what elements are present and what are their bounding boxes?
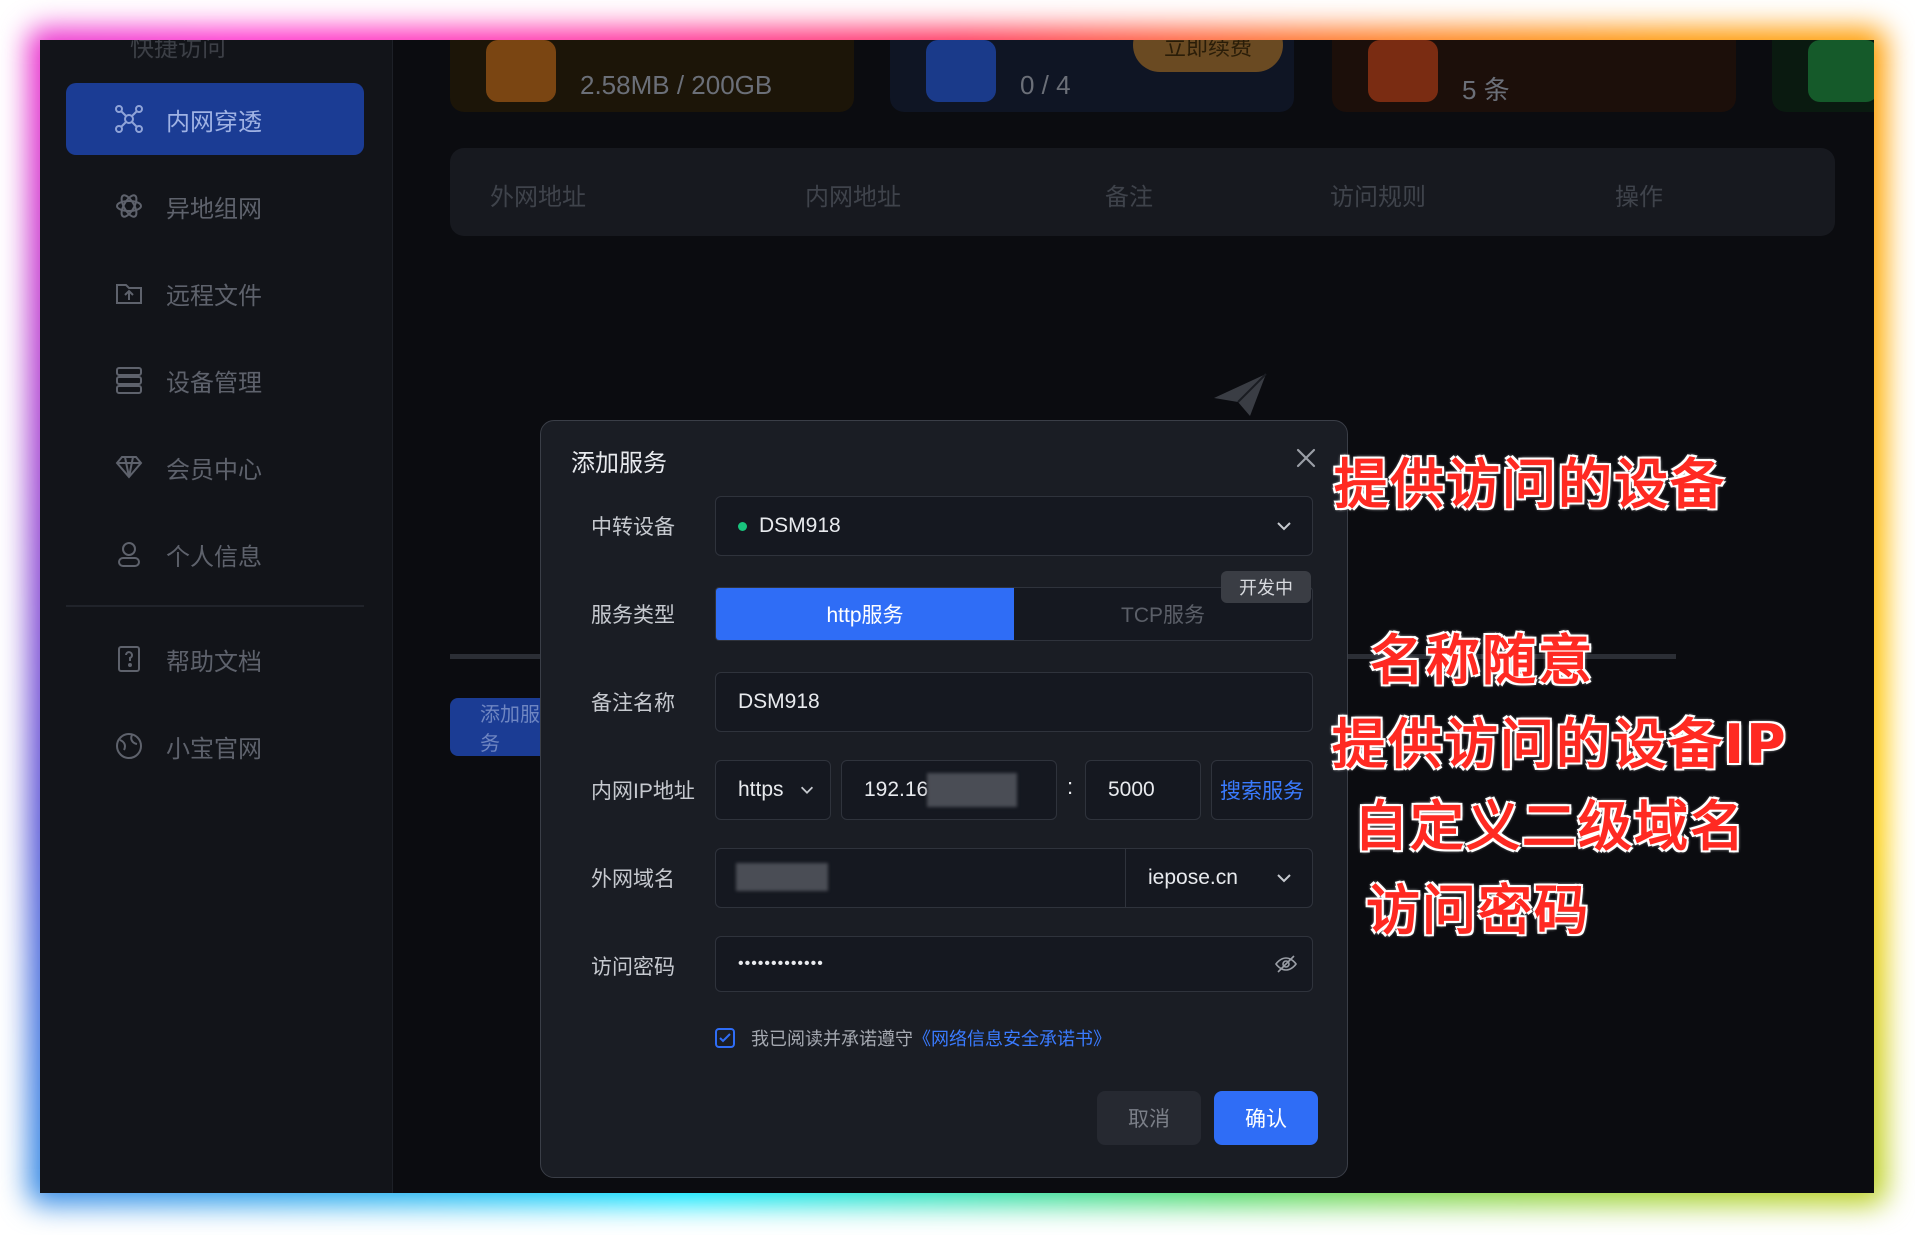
sidebar-item-label: 远程文件	[166, 282, 262, 310]
annotation-subdomain: 自定义二级域名	[1354, 795, 1746, 858]
globe-icon	[112, 729, 146, 763]
search-service-button[interactable]: 搜索服务	[1211, 760, 1313, 820]
domain-suffix-select[interactable]: iepose.cn	[1126, 849, 1312, 907]
add-service-button[interactable]: 添加服务	[450, 698, 550, 756]
rules-value: 5 条	[1462, 75, 1510, 105]
port-separator: :	[1067, 774, 1074, 799]
relay-device-label: 中转设备	[591, 516, 675, 539]
traffic-value: 2.58MB / 200GB	[580, 70, 773, 100]
protocol-value: https	[738, 778, 784, 801]
sidebar-item-device-management[interactable]: 设备管理	[66, 344, 364, 416]
agreement-checkbox[interactable]	[715, 1028, 735, 1048]
share-icon	[1808, 40, 1874, 102]
paper-plane-icon	[1214, 373, 1267, 416]
sidebar-divider	[66, 605, 364, 607]
chevron-down-icon	[1277, 522, 1291, 531]
remark-value: DSM918	[738, 690, 820, 713]
search-service-label: 搜索服务	[1220, 780, 1304, 803]
relay-device-select[interactable]: DSM918	[715, 496, 1313, 556]
agreement-text: 我已阅读并承诺遵守	[751, 1029, 913, 1049]
sidebar-item-label: 设备管理	[166, 369, 262, 397]
cancel-button[interactable]: 取消	[1097, 1091, 1201, 1145]
service-type-label: 服务类型	[591, 604, 675, 627]
sidebar-item-personal-info[interactable]: 个人信息	[66, 518, 364, 590]
sidebar-item-official-site[interactable]: 小宝官网	[66, 710, 364, 782]
bar-chart-icon	[486, 40, 556, 102]
device-grid-icon	[926, 40, 996, 102]
sidebar-item-member-center[interactable]: 会员中心	[66, 431, 364, 503]
domain-group: iepose.cn	[715, 848, 1313, 908]
sidebar-item-intranet[interactable]: 内网穿透	[66, 83, 364, 155]
remark-label: 备注名称	[591, 692, 675, 715]
network-nodes-icon	[112, 102, 146, 136]
service-type-http[interactable]: http服务	[716, 588, 1014, 640]
sidebar-item-help-docs[interactable]: 帮助文档	[66, 623, 364, 695]
domain-suffix-value: iepose.cn	[1148, 866, 1238, 889]
port-value: 5000	[1108, 778, 1155, 801]
in-development-badge: 开发中	[1221, 571, 1311, 603]
diamond-icon	[112, 450, 146, 484]
sidebar-item-label: 会员中心	[166, 456, 262, 484]
col-wan-address: 外网地址	[490, 184, 586, 211]
scroll-track-left	[450, 654, 540, 659]
col-actions: 操作	[1615, 184, 1663, 211]
annotation-name: 名称随意	[1370, 629, 1594, 692]
password-input[interactable]: •••••••••••••	[715, 936, 1313, 992]
sidebar-item-remote-files[interactable]: 远程文件	[66, 257, 364, 329]
traffic-card: 2.58MB / 200GB	[450, 40, 854, 112]
protocol-select[interactable]: https	[715, 760, 831, 820]
agreement-link[interactable]: 《网络信息安全承诺书》	[913, 1025, 1111, 1051]
password-value: •••••••••••••	[738, 955, 824, 972]
confirm-button[interactable]: 确认	[1214, 1091, 1318, 1145]
help-doc-icon	[112, 642, 146, 676]
server-icon	[112, 363, 146, 397]
chevron-down-icon	[1277, 874, 1291, 883]
sidebar-item-label: 异地组网	[166, 195, 262, 223]
sidebar-item-remote-network[interactable]: 异地组网	[66, 170, 364, 242]
extra-card	[1772, 40, 1874, 112]
atom-icon	[112, 189, 146, 223]
app-screen: 快捷访问 内网穿透 异地组网 远程文件 设备管理 会员中心 个人信息 帮助文档 …	[40, 40, 1874, 1193]
col-lan-address: 内网地址	[805, 184, 901, 211]
sidebar-item-label: 帮助文档	[166, 648, 262, 676]
folder-upload-icon	[112, 276, 146, 310]
domain-label: 外网域名	[591, 868, 675, 891]
password-label: 访问密码	[591, 956, 675, 979]
remark-input[interactable]: DSM918	[715, 672, 1313, 732]
col-remark: 备注	[1105, 184, 1153, 211]
sidebar: 快捷访问 内网穿透 异地组网 远程文件 设备管理 会员中心 个人信息 帮助文档 …	[40, 40, 393, 1193]
check-icon	[719, 1033, 731, 1043]
sidebar-item-label: 内网穿透	[166, 108, 262, 136]
close-icon[interactable]	[1291, 443, 1321, 473]
user-icon	[112, 537, 146, 571]
devices-value: 0 / 4	[1020, 70, 1071, 100]
table-header: 外网地址 内网地址 备注 访问规则 操作	[450, 148, 1835, 236]
annotation-password: 访问密码	[1366, 879, 1590, 942]
add-service-dialog: 添加服务 中转设备 DSM918 服务类型 http服务 TCP服务 开发中 备…	[540, 420, 1348, 1178]
ip-redaction	[927, 773, 1017, 807]
port-input[interactable]: 5000	[1085, 760, 1201, 820]
eye-off-icon[interactable]	[1274, 952, 1298, 976]
subdomain-redaction	[736, 863, 828, 891]
rules-card: 5 条	[1332, 40, 1736, 112]
dialog-title: 添加服务	[571, 450, 667, 477]
online-status-dot	[738, 521, 747, 531]
relay-device-value: DSM918	[759, 514, 841, 537]
ip-value: 192.16	[864, 778, 929, 801]
renew-button[interactable]: 立即续费	[1133, 40, 1283, 72]
sidebar-item-label: 个人信息	[166, 543, 262, 571]
annotation-device: 提供访问的设备	[1334, 453, 1726, 516]
sidebar-item-cut[interactable]: 快捷访问	[130, 40, 226, 63]
sidebar-item-label: 小宝官网	[166, 735, 262, 763]
agreement-row: 我已阅读并承诺遵守 《网络信息安全承诺书》	[715, 1025, 1111, 1051]
layers-icon	[1368, 40, 1438, 102]
chevron-down-icon	[800, 786, 814, 794]
annotation-device-ip: 提供访问的设备IP	[1332, 713, 1788, 776]
lan-ip-label: 内网IP地址	[591, 780, 695, 803]
col-access-rule: 访问规则	[1330, 184, 1426, 211]
